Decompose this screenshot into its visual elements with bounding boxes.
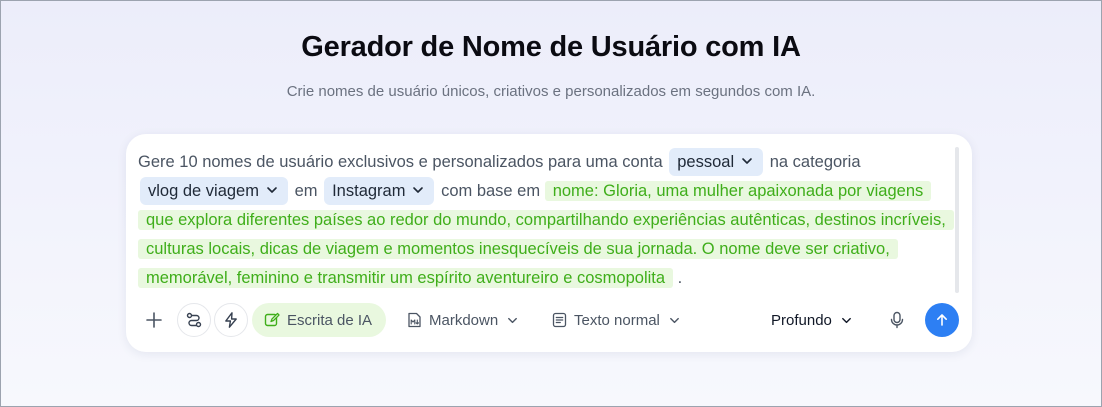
- page: Gerador de Nome de Usuário com IA Crie n…: [0, 0, 1102, 407]
- add-button[interactable]: [142, 303, 166, 337]
- send-button[interactable]: [925, 303, 959, 337]
- scrollbar[interactable]: [955, 147, 959, 293]
- ai-writing-label: Escrita de IA: [287, 311, 373, 329]
- text-style-dropdown[interactable]: Texto normal: [552, 303, 681, 337]
- prompt-text-2: na categoria: [769, 153, 861, 171]
- lightning-icon: [225, 312, 237, 328]
- markdown-file-icon: [408, 312, 421, 328]
- account-type-value: pessoal: [677, 153, 735, 171]
- prompt-text-1: Gere 10 nomes de usuário exclusivos e pe…: [138, 153, 663, 171]
- ai-writing-button[interactable]: Escrita de IA: [252, 303, 387, 337]
- prompt-text-4: com base em: [441, 182, 541, 200]
- microphone-icon: [890, 311, 904, 329]
- route-icon: [186, 312, 202, 328]
- format-dropdown[interactable]: Markdown: [407, 303, 519, 337]
- chevron-down-icon: [413, 187, 424, 193]
- chevron-down-icon: [841, 317, 851, 323]
- text-document-icon: [552, 312, 567, 328]
- arrow-up-icon: [937, 314, 947, 326]
- prompt-editor[interactable]: Gere 10 nomes de usuário exclusivos e pe…: [138, 148, 954, 293]
- chevron-down-icon: [267, 187, 277, 193]
- format-label: Markdown: [429, 311, 499, 329]
- edit-icon: [264, 312, 280, 327]
- plus-icon: [146, 312, 162, 328]
- route-button[interactable]: [177, 303, 211, 337]
- chevron-down-icon: [508, 317, 518, 323]
- microphone-button[interactable]: [885, 303, 909, 337]
- platform-dropdown[interactable]: Instagram: [324, 177, 435, 205]
- account-type-dropdown[interactable]: pessoal: [669, 148, 764, 176]
- mode-label: Profundo: [771, 311, 832, 329]
- mode-dropdown[interactable]: Profundo: [771, 303, 853, 337]
- page-subtitle: Crie nomes de usuário únicos, criativos …: [286, 83, 816, 100]
- page-title: Gerador de Nome de Usuário com IA: [301, 31, 801, 63]
- toolbar: Escrita de IA Markdown Texto normal Prof…: [126, 302, 972, 338]
- category-value: vlog de viagem: [148, 182, 259, 200]
- prompt-text-end: .: [677, 269, 683, 287]
- chevron-down-icon: [742, 158, 752, 164]
- text-style-label: Texto normal: [574, 311, 660, 329]
- category-dropdown[interactable]: vlog de viagem: [140, 177, 288, 205]
- lightning-button[interactable]: [214, 303, 248, 337]
- prompt-card: Gere 10 nomes de usuário exclusivos e pe…: [126, 134, 972, 352]
- platform-value: Instagram: [332, 182, 406, 200]
- chevron-down-icon: [669, 317, 679, 323]
- prompt-text-3: em: [294, 182, 318, 200]
